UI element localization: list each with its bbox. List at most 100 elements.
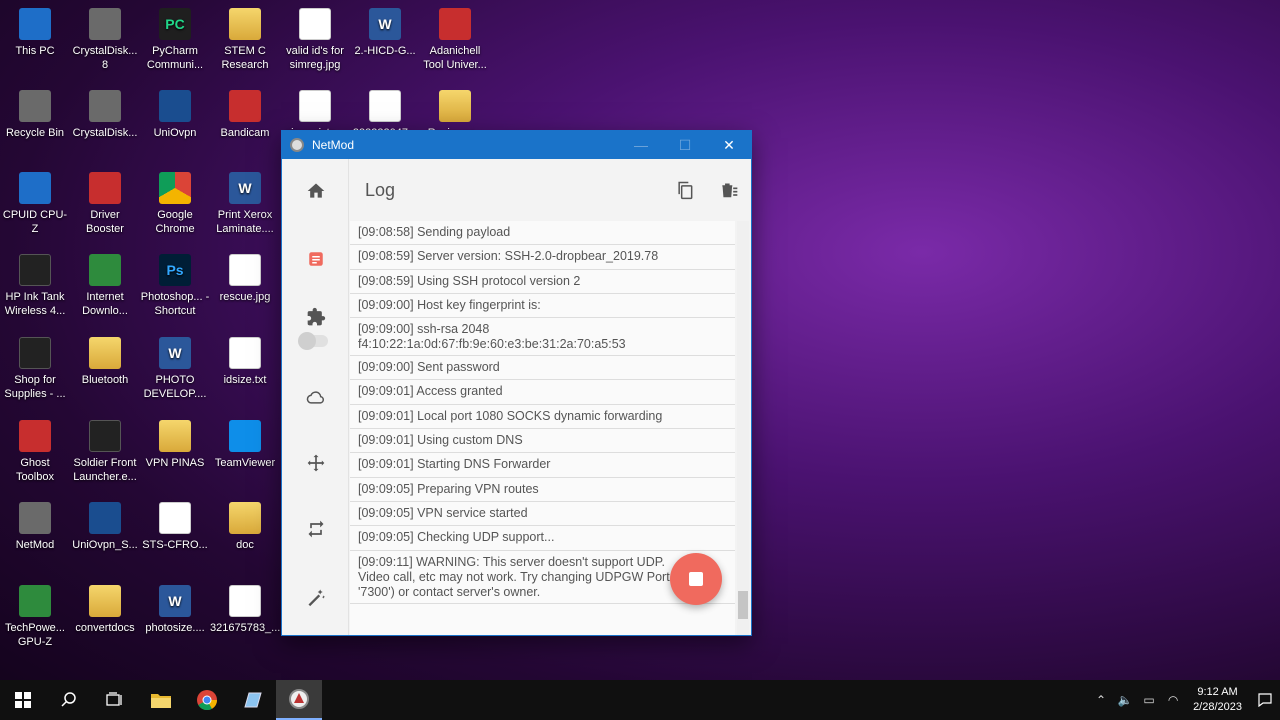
- desktop-icon[interactable]: CPUID CPU-Z: [0, 172, 70, 236]
- clock[interactable]: 9:12 AM 2/28/2023: [1185, 685, 1250, 715]
- desktop-icon-label: NetMod: [15, 539, 55, 551]
- image-file-icon: [369, 90, 401, 122]
- log-entry: [09:08:59] Using SSH protocol version 2: [350, 270, 735, 294]
- clear-log-button[interactable]: [707, 168, 751, 212]
- log-panel: Log [09:08:58] Sending payload [09:08:59]…: [350, 159, 751, 635]
- desktop-icon[interactable]: UniOvpn: [140, 90, 210, 140]
- desktop-icon-label: valid id's for simreg.jpg: [286, 45, 344, 71]
- desktop-icon[interactable]: CrystalDisk... 8: [70, 8, 140, 72]
- game-icon: [89, 420, 121, 452]
- desktop-icon-label: Ghost Toolbox: [16, 457, 54, 483]
- task-view-icon: [106, 692, 122, 706]
- folder-icon: [229, 8, 261, 40]
- desktop-icon[interactable]: Bluetooth: [70, 337, 140, 387]
- desktop-icon[interactable]: Soldier Front Launcher.e...: [70, 420, 140, 484]
- taskbar-chrome[interactable]: [184, 680, 230, 720]
- sidebar-item-log[interactable]: [282, 241, 349, 277]
- sidebar-item-swap[interactable]: [282, 511, 349, 547]
- taskbar-app[interactable]: [230, 680, 276, 720]
- notification-icon[interactable]: [1250, 680, 1280, 720]
- desktop-icon[interactable]: W Print Xerox Laminate....: [210, 172, 280, 236]
- desktop-icon[interactable]: Google Chrome: [140, 172, 210, 236]
- desktop-icon[interactable]: VPN PINAS: [140, 420, 210, 470]
- crystaldisk-icon: [89, 8, 121, 40]
- log-entry: [09:09:01] Local port 1080 SOCKS dynamic…: [350, 405, 735, 430]
- desktop-icon[interactable]: doc: [210, 502, 280, 552]
- desktop-icon[interactable]: convertdocs: [70, 585, 140, 635]
- volume-icon[interactable]: 🔈: [1113, 680, 1137, 720]
- plugin-toggle[interactable]: [298, 332, 328, 350]
- log-title: Log: [365, 179, 396, 200]
- desktop-icon-label: Google Chrome: [155, 209, 195, 235]
- desktop-icon[interactable]: TechPowe... GPU-Z: [0, 585, 70, 649]
- sidebar-item-plugins[interactable]: [282, 299, 349, 335]
- chevron-up-icon[interactable]: ⌃: [1089, 680, 1113, 720]
- start-button[interactable]: [0, 680, 46, 720]
- taskbar: ⌃ 🔈 ▭ ◠ 9:12 AM 2/28/2023: [0, 680, 1280, 720]
- sidebar-item-tools[interactable]: [282, 579, 349, 615]
- battery-icon[interactable]: ▭: [1137, 680, 1161, 720]
- desktop-icon[interactable]: This PC: [0, 8, 70, 58]
- wifi-icon[interactable]: ◠: [1161, 680, 1185, 720]
- maximize-button[interactable]: ☐: [663, 131, 707, 159]
- idm-icon: [89, 254, 121, 286]
- desktop-icon[interactable]: W 2.-HICD-G...: [350, 8, 420, 58]
- desktop-icon-label: VPN PINAS: [145, 457, 205, 469]
- recycle-bin-icon: [19, 90, 51, 122]
- desktop-icon-label: HP Ink Tank Wireless 4...: [4, 291, 66, 317]
- desktop-icon[interactable]: 321675783_...: [210, 585, 280, 635]
- task-view-button[interactable]: [92, 680, 138, 720]
- search-button[interactable]: [46, 680, 92, 720]
- desktop-icon[interactable]: STEM C Research: [210, 8, 280, 72]
- desktop-icon-label: Bluetooth: [81, 374, 129, 386]
- desktop-icon[interactable]: STS-CFRO...: [140, 502, 210, 552]
- desktop-icon[interactable]: Adanichell Tool Univer...: [420, 8, 490, 72]
- desktop-icon-label: rescue.jpg: [219, 291, 271, 303]
- desktop-icon[interactable]: CrystalDisk...: [70, 90, 140, 140]
- clock-date: 2/28/2023: [1193, 701, 1242, 713]
- desktop-icon[interactable]: idsize.txt: [210, 337, 280, 387]
- sidebar-item-move[interactable]: [282, 445, 349, 481]
- desktop-icon[interactable]: Driver Booster: [70, 172, 140, 236]
- desktop-icon[interactable]: Bandicam: [210, 90, 280, 140]
- desktop-icon[interactable]: PC PyCharm Communi...: [140, 8, 210, 72]
- minimize-button[interactable]: —: [619, 131, 663, 159]
- sidebar-item-home[interactable]: [282, 173, 349, 209]
- desktop-icon-label: This PC: [15, 45, 55, 57]
- desktop-icon[interactable]: W PHOTO DEVELOP....: [140, 337, 210, 401]
- desktop-icon-label: 321675783_...: [210, 622, 281, 634]
- scrollbar-thumb[interactable]: [738, 591, 748, 619]
- desktop-icon[interactable]: Ghost Toolbox: [0, 420, 70, 484]
- desktop-icon[interactable]: TeamViewer: [210, 420, 280, 470]
- image-file-icon: [299, 8, 331, 40]
- taskbar-file-explorer[interactable]: [138, 680, 184, 720]
- log-entry: [09:09:00] Sent password: [350, 356, 735, 381]
- title-bar[interactable]: NetMod — ☐ ✕: [282, 131, 751, 159]
- desktop-icon[interactable]: Recycle Bin: [0, 90, 70, 140]
- desktop-icon[interactable]: Internet Downlo...: [70, 254, 140, 318]
- stop-button[interactable]: [670, 553, 722, 605]
- close-button[interactable]: ✕: [707, 131, 751, 159]
- desktop-icon[interactable]: UniOvpn_S...: [70, 502, 140, 552]
- desktop-icon[interactable]: valid id's for simreg.jpg: [280, 8, 350, 72]
- desktop-icon[interactable]: Ps Photoshop... - Shortcut: [140, 254, 210, 318]
- desktop-icon-label: Photoshop... - Shortcut: [140, 291, 210, 317]
- chrome-icon: [159, 172, 191, 204]
- copy-log-button[interactable]: [663, 168, 707, 212]
- desktop-icon[interactable]: HP Ink Tank Wireless 4...: [0, 254, 70, 318]
- desktop-icon[interactable]: rescue.jpg: [210, 254, 280, 304]
- sidebar-item-cloud[interactable]: [282, 379, 349, 415]
- desktop-icon[interactable]: Wphotosize....: [140, 585, 210, 635]
- desktop-icon[interactable]: Shop for Supplies - ...: [0, 337, 70, 401]
- taskbar-netmod[interactable]: [276, 680, 322, 720]
- copy-icon: [678, 181, 693, 200]
- computer-icon: [19, 8, 51, 40]
- trash-icon: [722, 183, 738, 198]
- magic-wand-icon: [308, 589, 325, 607]
- desktop-icon[interactable]: NetMod: [0, 502, 70, 552]
- log-entry: [09:08:59] Server version: SSH-2.0-dropb…: [350, 245, 735, 270]
- window-title: NetMod: [312, 138, 355, 152]
- word-doc-icon: W: [159, 585, 191, 617]
- log-scrollbar[interactable]: [737, 221, 749, 635]
- toggle-knob: [298, 332, 316, 350]
